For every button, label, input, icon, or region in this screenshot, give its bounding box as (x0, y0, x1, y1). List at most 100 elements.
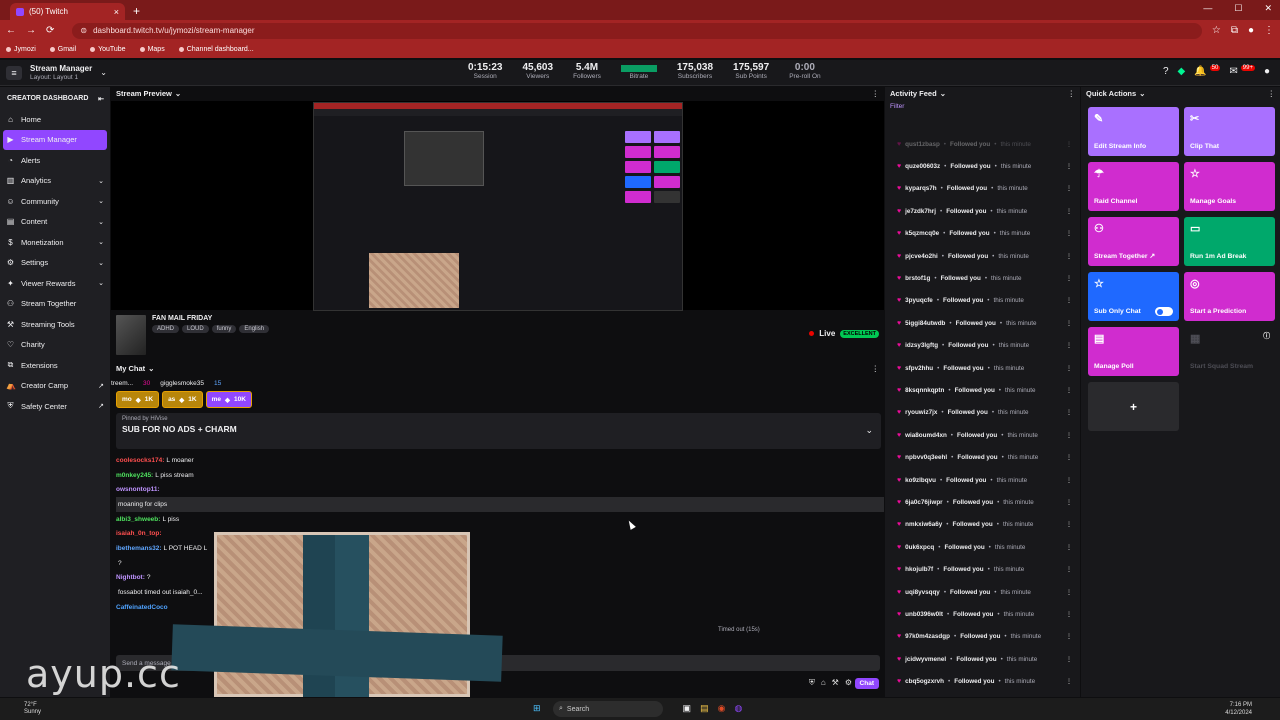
activity-item[interactable]: ♥ hkojulb7f • Followed you • this minute ⋮ (885, 558, 1080, 580)
activity-item[interactable]: ♥ sfpv2hhu • Followed you • this minute ⋮ (885, 357, 1080, 379)
quick-action-sub-only-chat[interactable]: ☆ Sub Only Chat (1088, 272, 1179, 321)
more-options-icon[interactable]: ⋮ (1066, 275, 1072, 282)
menu-toggle-icon[interactable]: ≡ (6, 65, 22, 80)
obs-icon[interactable]: ◍ (734, 703, 742, 714)
sidebar-item-stream-together[interactable]: ⚇ Stream Together (0, 294, 110, 315)
sidebar-item-creator-camp[interactable]: ⛺ Creator Camp ↗ (0, 376, 110, 397)
file-explorer-icon[interactable]: ▤ (700, 703, 709, 714)
activity-item[interactable]: ♥ 0uk6xpcq • Followed you • this minute ⋮ (885, 536, 1080, 558)
close-window-icon[interactable]: ✕ (1264, 3, 1272, 14)
more-options-icon[interactable]: ⋮ (872, 89, 880, 98)
chevron-down-icon[interactable]: ⌄ (148, 364, 154, 373)
more-options-icon[interactable]: ⋮ (1066, 432, 1072, 439)
chat-message[interactable]: m0nkey245: L piss stream (116, 468, 884, 483)
activity-username[interactable]: 97k0m4zasdgp (905, 633, 950, 640)
chat-message[interactable]: coolesocks174: L moaner (116, 453, 884, 468)
bookmark-maps[interactable]: Maps (139, 46, 165, 53)
extensions-puzzle-icon[interactable]: ⧉ (1231, 25, 1238, 36)
more-options-icon[interactable]: ⋮ (1066, 544, 1072, 551)
stream-tag[interactable]: English (239, 325, 270, 333)
activity-username[interactable]: 0uk6xpcq (905, 544, 934, 551)
add-quick-action-button[interactable]: + (1088, 382, 1179, 431)
more-options-icon[interactable]: ⋮ (1066, 521, 1072, 528)
bookmark-youtube[interactable]: YouTube (90, 46, 126, 53)
hype-contributor[interactable]: me ◆ 10K (205, 391, 252, 408)
activity-item[interactable]: ♥ 3pyuqcfe • Followed you • this minute ⋮ (885, 290, 1080, 312)
more-options-icon[interactable]: ⋮ (1066, 320, 1072, 327)
more-options-icon[interactable]: ⋮ (1066, 477, 1072, 484)
sidebar-item-streaming-tools[interactable]: ⚒ Streaming Tools (0, 314, 110, 335)
info-icon[interactable]: ⓘ (1263, 330, 1270, 340)
bookmark-jymozi[interactable]: Jymozi (6, 46, 36, 53)
activity-item[interactable]: ♥ 97k0m4zasdgp • Followed you • this minute ⋮ (885, 626, 1080, 648)
activity-username[interactable]: kyparqs7h (905, 185, 937, 192)
chevron-down-icon[interactable]: ⌄ (940, 89, 946, 98)
browser-menu-icon[interactable]: ⋮ (1264, 25, 1274, 36)
more-options-icon[interactable]: ⋮ (1066, 633, 1072, 640)
sidebar-item-charity[interactable]: ♡ Charity (0, 335, 110, 356)
activity-item[interactable]: ♥ ko9zlbqvu • Followed you • this minute ⋮ (885, 469, 1080, 491)
more-options-icon[interactable]: ⋮ (872, 364, 880, 373)
chat-username[interactable]: ibethemans32: (116, 545, 162, 552)
chevron-down-icon[interactable]: ⌄ (1139, 89, 1145, 98)
chat-username[interactable]: Nightbot: (116, 574, 145, 581)
more-options-icon[interactable]: ⋮ (1066, 566, 1072, 573)
mod-icon[interactable]: ⚒ (832, 678, 839, 688)
activity-item[interactable]: ♥ 5iggi84utwdb • Followed you • this minute ⋮ (885, 312, 1080, 334)
activity-item[interactable]: ♥ cbq5ogzxrvh • Followed you • this minute ⋮ (885, 670, 1080, 692)
task-view-icon[interactable]: ▣ (683, 703, 692, 714)
more-options-icon[interactable]: ⋮ (1066, 230, 1072, 237)
activity-item[interactable]: ♥ 6ja0c76jiwpr • Followed you • this minute ⋮ (885, 491, 1080, 513)
activity-item[interactable]: ♥ idzsy3lgftg • Followed you • this minute ⋮ (885, 335, 1080, 357)
quick-action-start-a-prediction[interactable]: ◎ Start a Prediction (1184, 272, 1275, 321)
more-options-icon[interactable]: ⋮ (1066, 141, 1072, 148)
quick-action-clip-that[interactable]: ✂ Clip That (1184, 107, 1275, 156)
activity-item[interactable]: ♥ jcidwyvmenel • Followed you • this minute ⋮ (885, 648, 1080, 670)
activity-item[interactable]: ♥ kyparqs7h • Followed you • this minute ⋮ (885, 178, 1080, 200)
more-options-icon[interactable]: ⋮ (1066, 365, 1072, 372)
url-field[interactable]: ⊜ dashboard.twitch.tv/u/jymozi/stream-ma… (72, 22, 1202, 39)
quick-action-stream-together[interactable]: ⚇ Stream Together ↗ (1088, 217, 1179, 266)
bookmark-star-icon[interactable]: ☆ (1212, 25, 1221, 36)
more-options-icon[interactable]: ⋮ (1066, 499, 1072, 506)
activity-item[interactable]: ♥ 8ksqnnkqptn • Followed you • this minute ⋮ (885, 379, 1080, 401)
notifications-icon[interactable]: 🔔 (1194, 66, 1206, 77)
chat-username[interactable]: m0nkey245: (116, 472, 153, 479)
chat-message[interactable]: albi3_shweeb: L piss (116, 512, 884, 527)
sidebar-item-extensions[interactable]: ⧉ Extensions (0, 355, 110, 376)
hype-contributor[interactable]: as ◆ 1K (162, 391, 203, 408)
activity-item[interactable]: ♥ wia8oumd4xn • Followed you • this minute ⋮ (885, 424, 1080, 446)
activity-username[interactable]: uqi8yvsqqy (905, 589, 940, 596)
sidebar-item-stream-manager[interactable]: ▶ Stream Manager (3, 129, 107, 150)
profile-icon[interactable]: ● (1248, 25, 1254, 36)
reload-icon[interactable]: ⟳ (46, 25, 54, 36)
expand-chevron-icon[interactable]: ⌄ (865, 425, 873, 436)
quick-action-manage-goals[interactable]: ☆ Manage Goals (1184, 162, 1275, 211)
bookmark-channel-dashboard[interactable]: Channel dashboard... (178, 46, 254, 53)
chevron-down-icon[interactable]: ⌄ (175, 89, 181, 98)
more-options-icon[interactable]: ⋮ (1066, 611, 1072, 618)
activity-username[interactable]: ko9zlbqvu (905, 477, 936, 484)
activity-username[interactable]: k5qzmcq0e (905, 230, 939, 237)
activity-username[interactable]: cbq5ogzxrvh (905, 678, 944, 685)
taskbar-search[interactable]: ⌕ Search (553, 701, 663, 717)
more-options-icon[interactable]: ⋮ (1066, 678, 1072, 685)
activity-username[interactable]: jcidwyvmenel (905, 656, 946, 663)
bits-icon[interactable]: ◆ (1178, 66, 1186, 77)
chat-username[interactable]: isaiah_0n_top: (116, 530, 162, 537)
activity-username[interactable]: quze00603z (905, 163, 940, 170)
forward-icon[interactable]: → (26, 25, 36, 36)
more-options-icon[interactable]: ⋮ (1066, 589, 1072, 596)
chat-message[interactable]: moaning for clips (116, 497, 884, 512)
windows-start-icon[interactable]: ⊞ (533, 703, 541, 714)
pinned-message[interactable]: Pinned by HiVise SUB FOR NO ADS + CHARM … (116, 413, 881, 449)
browser-tab[interactable]: (50) Twitch × (10, 3, 125, 20)
activity-username[interactable]: 8ksqnnkqptn (905, 387, 944, 394)
new-tab-button[interactable]: + (133, 4, 140, 18)
system-clock[interactable]: 7:16 PM 4/12/2024 (1225, 701, 1252, 717)
sidebar-item-monetization[interactable]: $ Monetization ⌄ (0, 232, 110, 253)
shield-icon[interactable]: ⛨ (809, 678, 815, 688)
chat-send-button[interactable]: Chat (854, 678, 879, 689)
site-info-icon[interactable]: ⊜ (80, 26, 87, 35)
activity-username[interactable]: 5iggi84utwdb (905, 320, 945, 327)
